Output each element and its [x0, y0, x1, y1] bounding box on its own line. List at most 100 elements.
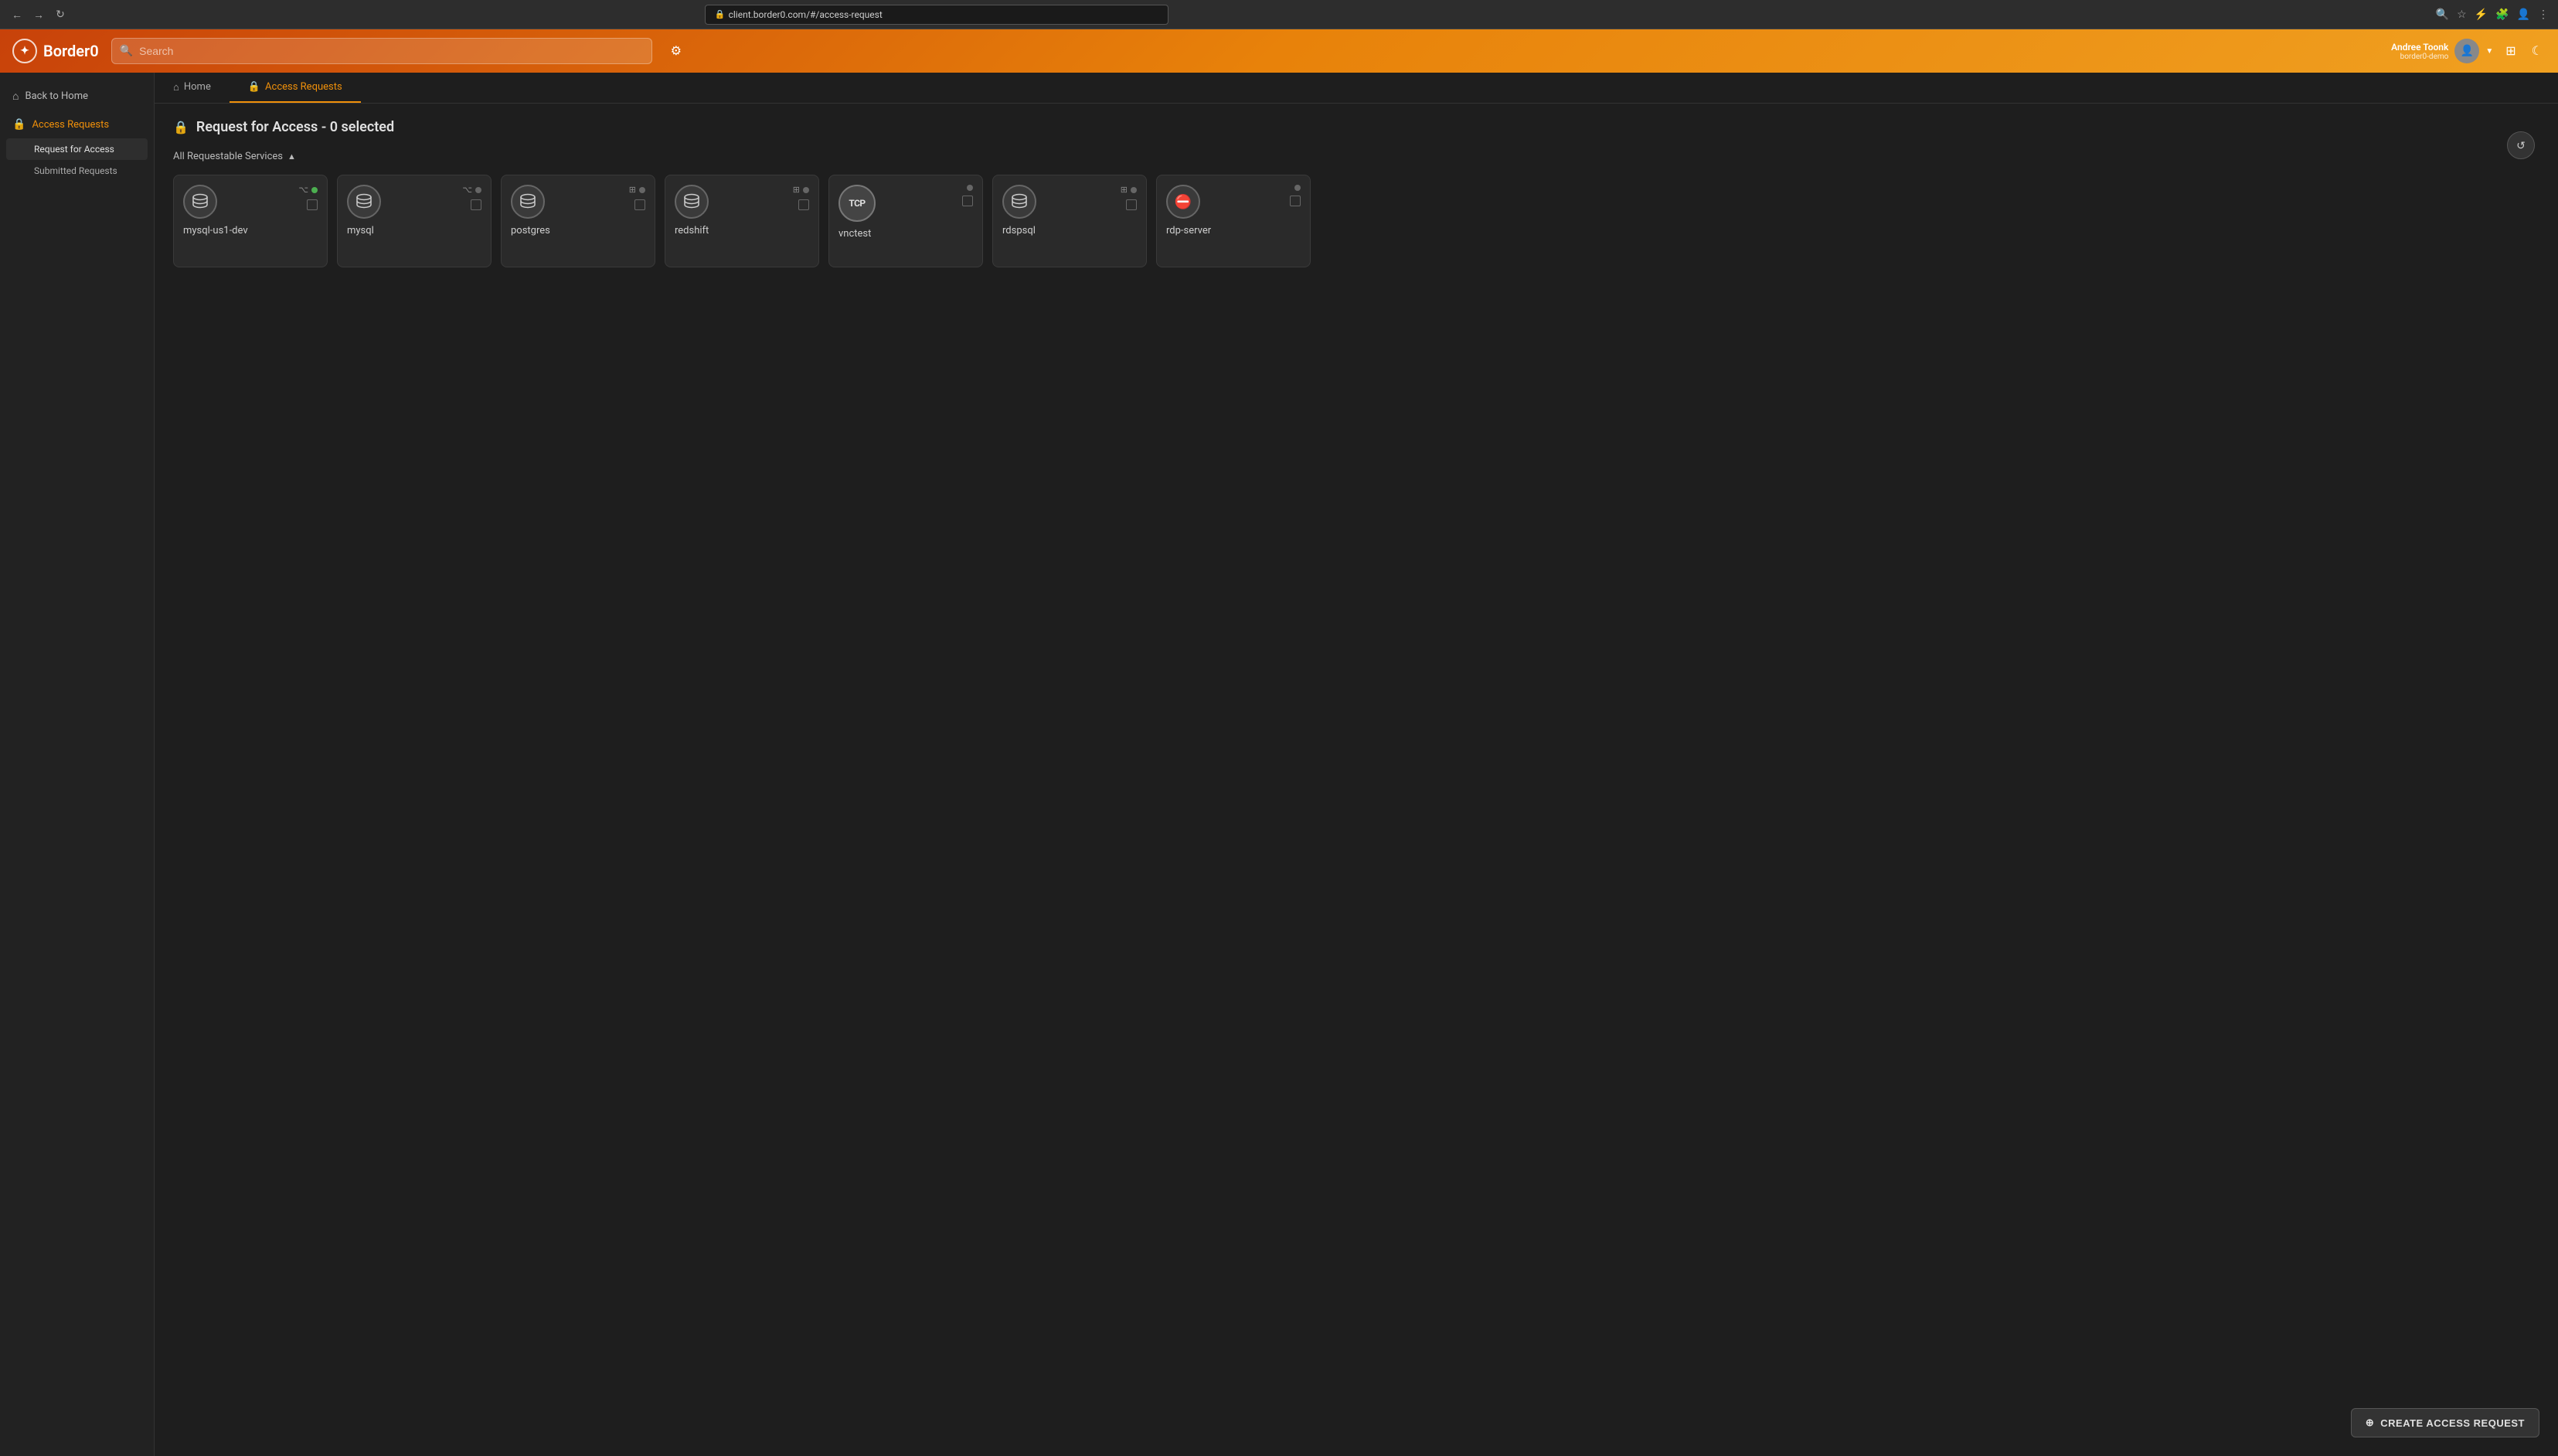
browser-search-icon[interactable]: 🔍: [2436, 9, 2449, 21]
main-content: ⌂ Home 🔒 Access Requests 🔒 Request for A…: [155, 73, 2558, 1456]
create-btn-icon: ⊕: [2366, 1417, 2374, 1429]
service-icon-mysql-us1-dev: [183, 185, 217, 219]
service-name: rdspsql: [1002, 225, 1137, 236]
card-indicators-rdp-server: [1290, 185, 1301, 206]
service-checkbox-redshift[interactable]: [798, 199, 809, 210]
page-title: Request for Access - 0 selected: [196, 119, 394, 135]
sidebar: ⌂ Back to Home 🔒 Access Requests Request…: [0, 73, 155, 1456]
service-name: mysql-us1-dev: [183, 225, 318, 236]
browser-lightning-icon[interactable]: ⚡: [2475, 9, 2488, 21]
status-dot: [639, 187, 645, 193]
logo-icon: ✦: [12, 39, 37, 63]
service-icon-rdspsql: [1002, 185, 1036, 219]
sub-item-label: Request for Access: [34, 144, 114, 155]
card-indicators-rdspsql: ⊞: [1121, 185, 1137, 210]
refresh-button[interactable]: ↺: [2507, 131, 2535, 159]
search-input[interactable]: [139, 45, 644, 57]
page-title-lock-icon: 🔒: [173, 120, 189, 134]
browser-forward[interactable]: →: [31, 7, 46, 22]
search-bar[interactable]: 🔍: [111, 38, 652, 64]
service-checkbox-mysql[interactable]: [471, 199, 481, 210]
access-requests-icon: 🔒: [12, 118, 26, 131]
service-icon-redshift: [675, 185, 709, 219]
logo[interactable]: ✦ Border0: [12, 39, 99, 63]
main-layout: ⌂ Back to Home 🔒 Access Requests Request…: [0, 73, 2558, 1456]
browser-reload[interactable]: ↻: [53, 7, 68, 22]
nav-tabs: ⌂ Home 🔒 Access Requests: [155, 73, 2558, 104]
section-header[interactable]: All Requestable Services ▲: [173, 151, 2539, 162]
service-card-vnctest[interactable]: TCP vnctest: [828, 175, 983, 267]
browser-profile-icon[interactable]: 👤: [2517, 9, 2530, 21]
connector-icon: ⊞: [793, 185, 800, 195]
access-requests-tab-label: Access Requests: [265, 81, 342, 93]
connector-icon: ⌥: [462, 185, 472, 195]
service-name: mysql: [347, 225, 481, 236]
card-indicators-redshift: ⊞: [793, 185, 809, 210]
status-dot: [475, 187, 481, 193]
url-bar[interactable]: 🔒 client.border0.com/#/access-request: [705, 5, 1168, 25]
browser-menu-icon[interactable]: ⋮: [2538, 9, 2549, 21]
url-text: client.border0.com/#/access-request: [729, 9, 883, 20]
service-card-mysql[interactable]: ⌥ mysql: [337, 175, 492, 267]
status-dot: [1131, 187, 1137, 193]
card-indicators-mysql: ⌥: [462, 185, 481, 210]
service-checkbox-rdp-server[interactable]: [1290, 196, 1301, 206]
home-tab-label: Home: [184, 81, 211, 93]
sidebar-item-label: Access Requests: [32, 119, 109, 131]
sidebar-sub-item-submitted-requests[interactable]: Submitted Requests: [6, 160, 148, 182]
section-title: All Requestable Services: [173, 151, 283, 162]
home-icon: ⌂: [12, 90, 19, 103]
search-icon: 🔍: [120, 45, 133, 57]
service-name: vnctest: [838, 228, 973, 240]
create-access-request-button[interactable]: ⊕ CREATE ACCESS REQUEST: [2351, 1408, 2539, 1437]
service-icon-vnctest: TCP: [838, 185, 876, 222]
home-tab-icon: ⌂: [173, 81, 179, 94]
avatar[interactable]: 👤: [2454, 39, 2479, 63]
sidebar-item-access-requests[interactable]: 🔒 Access Requests: [0, 111, 154, 138]
status-dot: [311, 187, 318, 193]
theme-toggle-button[interactable]: ☾: [2529, 40, 2546, 62]
card-indicators-vnctest: [962, 185, 973, 206]
browser-bookmark-icon[interactable]: ☆: [2457, 9, 2467, 21]
header-right: Andree Toonk border0-demo 👤 ▼ ⊞ ☾: [2391, 39, 2546, 63]
service-card-redshift[interactable]: ⊞ redshift: [665, 175, 819, 267]
access-requests-tab-icon: 🔒: [248, 81, 260, 93]
grid-view-button[interactable]: ⊞: [2502, 40, 2519, 62]
connector-icon: ⊞: [1121, 185, 1128, 195]
sidebar-sub-item-request-for-access[interactable]: Request for Access: [6, 138, 148, 160]
card-indicators-postgres: ⊞: [629, 185, 645, 210]
service-name: postgres: [511, 225, 645, 236]
services-grid: ⌥ mysql-us1-dev: [173, 175, 2539, 267]
browser-chrome: ← → ↻ 🔒 client.border0.com/#/access-requ…: [0, 0, 2558, 29]
service-card-rdspsql[interactable]: ⊞ rdspsql: [992, 175, 1147, 267]
card-indicators-mysql-us1-dev: ⌥: [298, 185, 318, 210]
user-dropdown-icon[interactable]: ▼: [2485, 47, 2493, 56]
browser-extensions-icon[interactable]: 🧩: [2495, 9, 2509, 21]
service-icon-rdp-server: ⛔: [1166, 185, 1200, 219]
user-org: border0-demo: [2391, 53, 2448, 61]
filter-button[interactable]: ⚙: [665, 40, 688, 62]
browser-actions: 🔍 ☆ ⚡ 🧩 👤 ⋮: [2436, 9, 2549, 21]
tab-home[interactable]: ⌂ Home: [155, 73, 230, 103]
sub-item-label: Submitted Requests: [34, 165, 117, 176]
service-checkbox-vnctest[interactable]: [962, 196, 973, 206]
service-checkbox-rdspsql[interactable]: [1126, 199, 1137, 210]
logo-text: Border0: [43, 42, 99, 60]
browser-back[interactable]: ←: [9, 7, 25, 22]
service-icon-postgres: [511, 185, 545, 219]
section-chevron-icon: ▲: [287, 151, 296, 162]
tab-access-requests[interactable]: 🔒 Access Requests: [230, 73, 361, 103]
user-info: Andree Toonk border0-demo 👤 ▼: [2391, 39, 2493, 63]
sidebar-item-back-to-home[interactable]: ⌂ Back to Home: [0, 82, 154, 111]
service-checkbox-postgres[interactable]: [634, 199, 645, 210]
page-title-row: 🔒 Request for Access - 0 selected: [173, 119, 2539, 135]
app-header: ✦ Border0 🔍 ⚙ Andree Toonk border0-demo …: [0, 29, 2558, 73]
service-card-postgres[interactable]: ⊞ postgres: [501, 175, 655, 267]
service-card-rdp-server[interactable]: ⛔ rdp-server: [1156, 175, 1311, 267]
status-dot: [803, 187, 809, 193]
status-dot: [967, 185, 973, 191]
service-icon-mysql: [347, 185, 381, 219]
status-dot: [1294, 185, 1301, 191]
service-checkbox-mysql-us1-dev[interactable]: [307, 199, 318, 210]
service-card-mysql-us1-dev[interactable]: ⌥ mysql-us1-dev: [173, 175, 328, 267]
